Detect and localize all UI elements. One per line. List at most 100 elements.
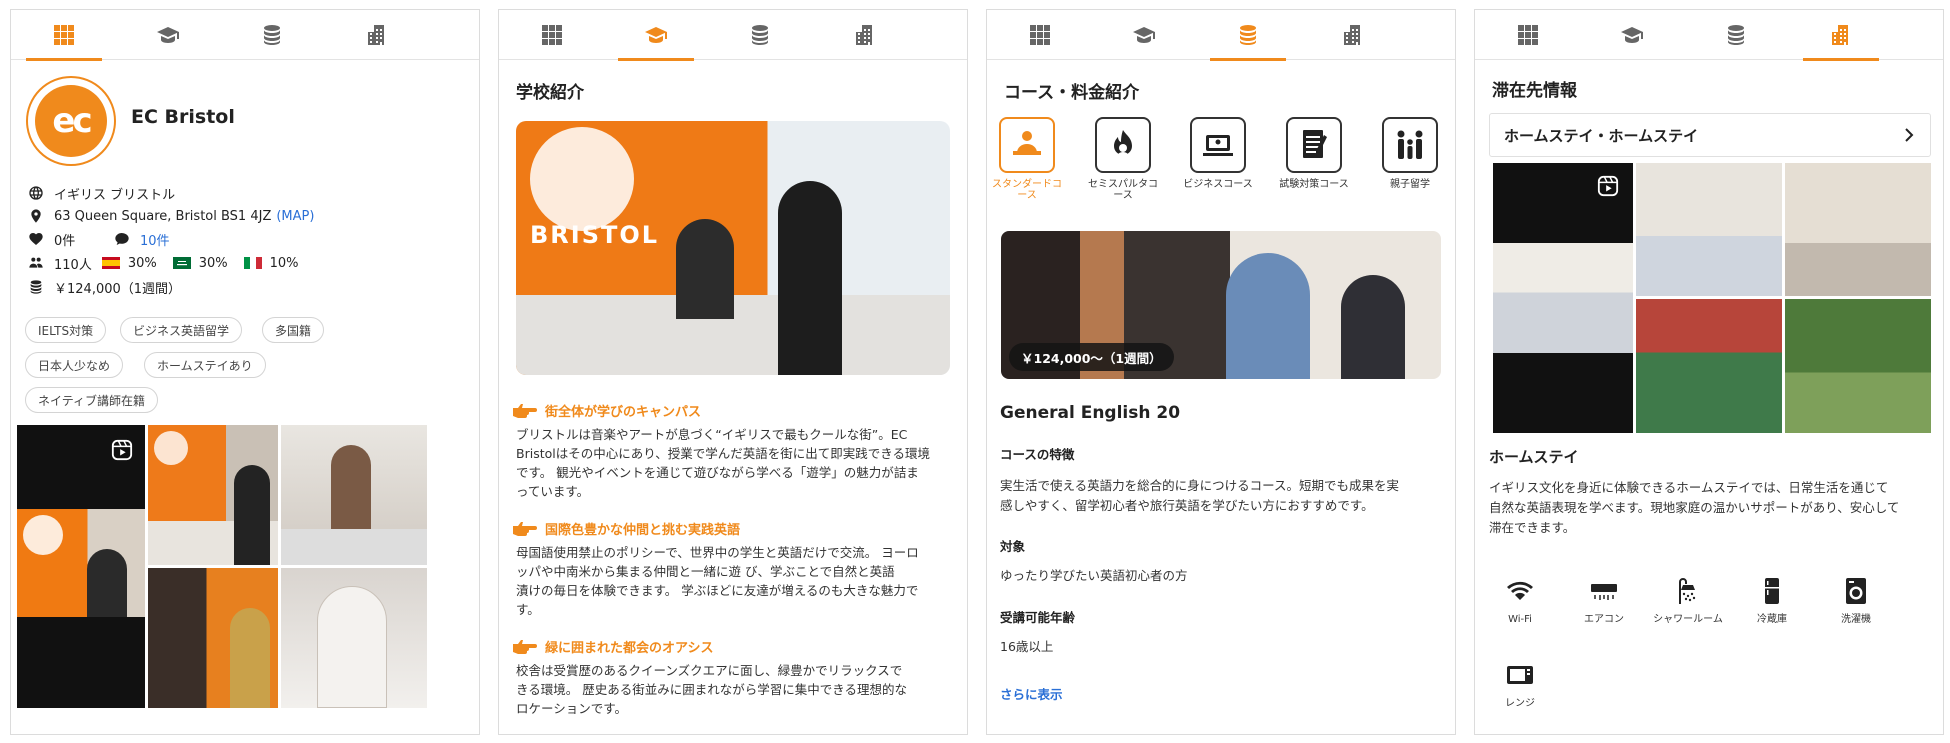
homestay-photo-garden[interactable] — [1785, 299, 1931, 433]
nationality-1-percent: 30% — [127, 255, 157, 271]
tab-accommodation[interactable] — [1803, 10, 1879, 61]
heart-icon[interactable] — [28, 231, 44, 247]
coin-stack-icon — [752, 25, 768, 45]
text-line: 漬けの毎日を体験できます。 学ぶほどに友達が増えるのも大きな魅力で — [516, 583, 919, 598]
tab-school[interactable] — [1106, 10, 1182, 60]
text-line: きる環境。 歴史ある街並みに囲まれながら学習に集中できる理想的な — [516, 682, 907, 697]
course-label: スタンダードコース — [992, 179, 1062, 201]
school-logo: ec — [26, 76, 116, 166]
tag-homestay[interactable]: ホームステイあり — [144, 352, 266, 378]
tab-bar — [11, 10, 479, 61]
school-photo-smiling-student[interactable] — [281, 568, 427, 708]
school-photo-reception[interactable] — [148, 425, 278, 565]
course-semi-sparta[interactable]: セミスパルタコース — [1088, 117, 1158, 201]
exam-course-icon — [1303, 130, 1327, 158]
grid-icon — [1518, 25, 1538, 45]
tab-school[interactable] — [130, 10, 206, 60]
tab-bar — [987, 10, 1455, 61]
text-line: 感しやすく、留学初心者や旅行英語を学びたい方におすすめです。 — [1000, 498, 1374, 513]
tab-accommodation[interactable] — [1315, 10, 1391, 60]
tab-school[interactable] — [618, 10, 694, 61]
course-label: セミスパルタコース — [1088, 179, 1158, 201]
homestay-photo-kitchen[interactable] — [1785, 163, 1931, 296]
features-text: 実生活で使える英語力を総合的に身につけるコース。短期でも成果を実 感しやすく、留… — [1000, 476, 1440, 516]
reviews-count[interactable]: 10件 — [140, 230, 170, 249]
text-line: ロケーションです。 — [516, 701, 628, 716]
grid-icon — [54, 25, 74, 45]
location-text: イギリス ブリストル — [54, 187, 176, 203]
tag-native-teachers[interactable]: ネイティブ講師在籍 — [25, 387, 159, 413]
amenity-fridge: 冷蔵庫 — [1737, 576, 1807, 626]
section-heading: 緑に囲まれた都会のオアシス — [513, 637, 713, 656]
tab-overview[interactable] — [514, 10, 590, 60]
school-name: EC Bristol — [131, 106, 235, 128]
panel-title: 学校紹介 — [516, 83, 584, 103]
fridge-icon — [1765, 578, 1779, 604]
homestay-video-thumbnail[interactable] — [1493, 163, 1633, 433]
globe-icon — [29, 186, 43, 200]
text-line: Bristolはその中心にあり、授業で学んだ英語を街に出て即実践できる環境 — [516, 446, 930, 461]
amenity-wifi: Wi-Fi — [1485, 576, 1555, 626]
tab-overview[interactable] — [26, 10, 102, 61]
saudi-flag-icon — [172, 257, 191, 269]
microwave-icon — [1507, 666, 1533, 684]
text-line: 滞在できます。 — [1489, 520, 1576, 535]
course-family[interactable]: 親子留学 — [1375, 117, 1445, 190]
age-heading: 受講可能年齢 — [1000, 610, 1076, 625]
homestay-description: イギリス文化を身近に体験できるホームステイでは、日常生活を通じて 自然な英語表現… — [1489, 478, 1939, 538]
accommodation-type-selector[interactable]: ホームステイ・ホームステイ — [1489, 113, 1931, 157]
logo-decoration — [530, 127, 634, 231]
tag-multinational[interactable]: 多国籍 — [262, 317, 325, 343]
section-body: 校舎は受賞歴のあるクイーンズクエアに面し、緑豊かでリラックスで きる環境。 歴史… — [516, 661, 946, 718]
tab-courses[interactable] — [1210, 10, 1286, 61]
school-photo-students[interactable] — [148, 568, 278, 708]
amenity-air-conditioner: エアコン — [1569, 576, 1639, 626]
text-line: 校舎は受賞歴のあるクイーンズクエアに面し、緑豊かでリラックスで — [516, 663, 903, 678]
target-heading: 対象 — [1000, 539, 1026, 554]
graduation-cap-icon — [157, 27, 179, 43]
tab-overview[interactable] — [1490, 10, 1566, 60]
tab-courses[interactable] — [1698, 10, 1774, 60]
homestay-photo-family[interactable] — [1636, 299, 1782, 433]
tag-few-japanese[interactable]: 日本人少なめ — [25, 352, 124, 378]
school-photo-classroom[interactable] — [281, 425, 427, 565]
coin-stack-icon — [264, 25, 280, 45]
tab-school[interactable] — [1594, 10, 1670, 60]
person-silhouette — [317, 586, 387, 708]
price-badge: ￥124,000～（1週間） — [1009, 343, 1174, 371]
tab-bar — [499, 10, 967, 61]
graduation-cap-icon — [1621, 27, 1643, 43]
address-text: 63 Queen Square, Bristol BS1 4JZ — [54, 208, 272, 224]
person-silhouette — [778, 181, 842, 375]
tab-courses[interactable] — [234, 10, 310, 60]
course-standard[interactable]: スタンダードコース — [992, 117, 1062, 201]
graduation-cap-icon — [1133, 27, 1155, 43]
person-silhouette — [1341, 275, 1405, 379]
tab-accommodation[interactable] — [827, 10, 903, 60]
course-label: 試験対策コース — [1279, 179, 1349, 190]
course-business[interactable]: ビジネスコース — [1183, 117, 1253, 190]
video-thumbnail[interactable] — [17, 425, 145, 708]
homestay-photo-bedroom[interactable] — [1636, 163, 1782, 296]
tab-overview[interactable] — [1002, 10, 1078, 60]
address-row: 63 Queen Square, Bristol BS1 4JZ (MAP) — [28, 206, 314, 226]
map-link[interactable]: (MAP) — [276, 209, 314, 224]
tag-business[interactable]: ビジネス英語留学 — [120, 317, 243, 343]
wifi-icon — [1507, 581, 1533, 600]
tab-bar — [1475, 10, 1943, 61]
tab-courses[interactable] — [722, 10, 798, 60]
amenity-label: 冷蔵庫 — [1757, 614, 1787, 625]
tag-ielts[interactable]: IELTS対策 — [25, 317, 107, 343]
show-more-link[interactable]: さらに表示 — [1000, 684, 1063, 703]
course-exam[interactable]: 試験対策コース — [1279, 117, 1349, 190]
panel-title: 滞在先情報 — [1492, 81, 1577, 101]
table — [281, 529, 427, 565]
price-text: ￥124,000（1週間） — [54, 281, 182, 297]
coin-stack-icon — [1728, 25, 1744, 45]
person-silhouette — [230, 608, 270, 708]
tab-accommodation[interactable] — [339, 10, 415, 60]
section-heading-text: 街全体が学びのキャンパス — [545, 405, 702, 420]
course-icon-box — [1190, 117, 1246, 173]
washing-machine-icon — [1846, 578, 1866, 604]
comment-icon[interactable] — [114, 231, 130, 247]
